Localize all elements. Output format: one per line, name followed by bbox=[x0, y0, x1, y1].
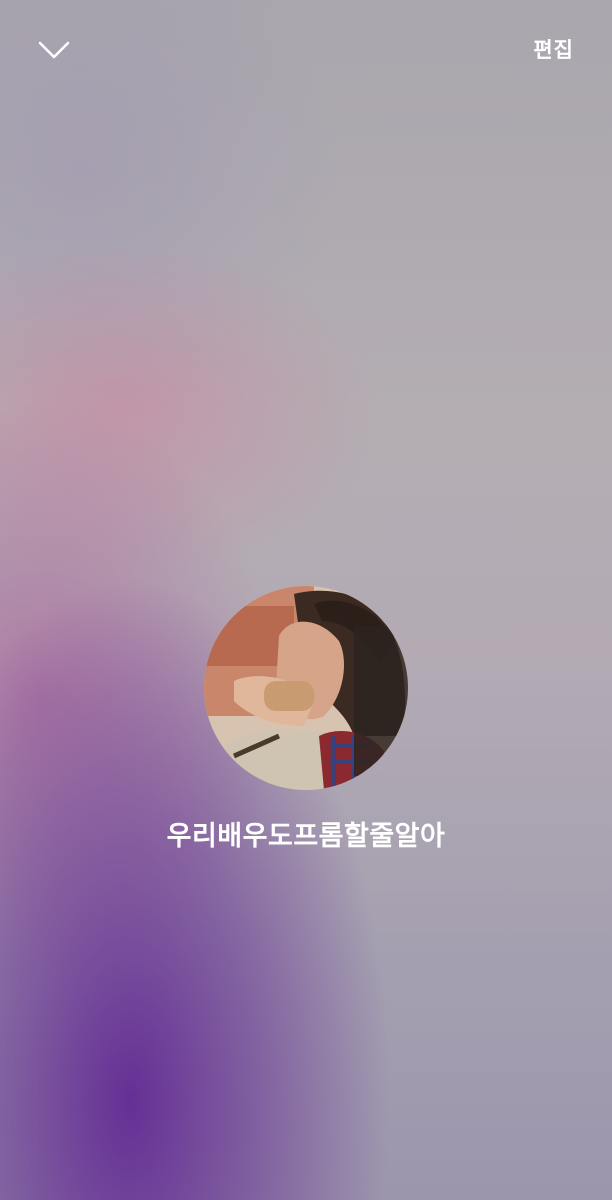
collapse-button[interactable] bbox=[30, 28, 78, 72]
chevron-down-icon bbox=[38, 41, 70, 59]
profile-screen: 편집 우리배우도프롬할줄알아 bbox=[0, 0, 612, 1200]
profile-photo bbox=[204, 586, 408, 790]
avatar[interactable] bbox=[204, 586, 408, 790]
edit-button[interactable]: 편집 bbox=[533, 34, 574, 64]
top-bar: 편집 bbox=[0, 0, 612, 100]
profile-name: 우리배우도프롬할줄알아 bbox=[166, 821, 446, 852]
